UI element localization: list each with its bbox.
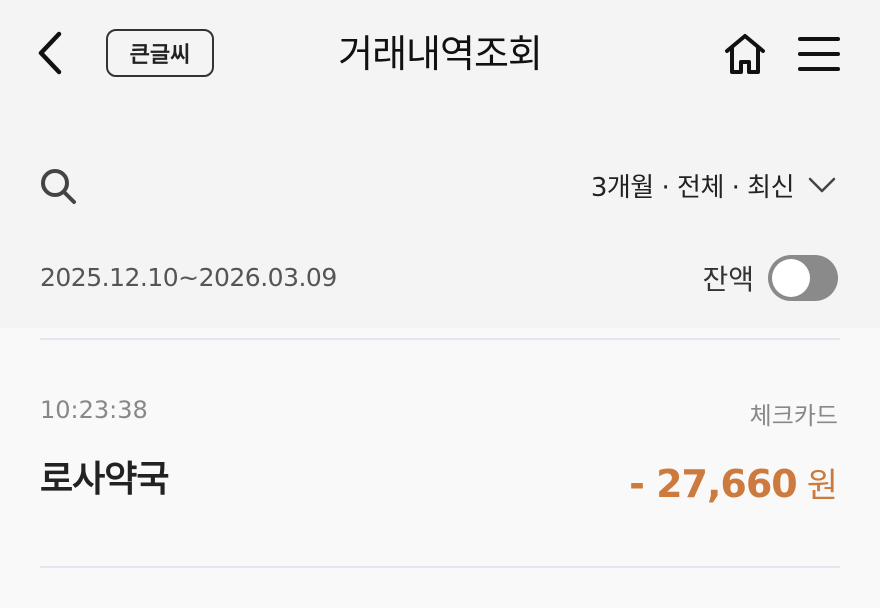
search-icon xyxy=(41,169,76,204)
search-button[interactable] xyxy=(34,162,82,210)
toggle-knob xyxy=(772,259,810,297)
menu-button[interactable] xyxy=(794,28,844,80)
chevron-down-icon xyxy=(808,177,836,193)
balance-label: 잔액 xyxy=(702,263,754,296)
home-button[interactable] xyxy=(718,28,772,80)
transaction-history-screen: 큰글씨 거래내역조회 3개월 · 전체 · 최신 2025.12.10~2026… xyxy=(0,0,880,608)
big-font-button[interactable]: 큰글씨 xyxy=(106,29,214,77)
balance-toggle-group: 잔액 xyxy=(702,250,838,306)
date-range: 2025.12.10~2026.03.09 xyxy=(40,263,337,292)
transaction-amount-unit: 원 xyxy=(806,466,838,506)
header-area: 큰글씨 거래내역조회 3개월 · 전체 · 최신 2025.12.10~2026… xyxy=(0,0,880,328)
home-icon xyxy=(725,34,765,74)
chevron-left-icon xyxy=(38,31,62,75)
big-font-label: 큰글씨 xyxy=(129,43,191,68)
hamburger-menu-icon xyxy=(798,37,840,71)
transaction-amount: - 27,660 원 xyxy=(629,458,838,507)
balance-toggle[interactable] xyxy=(768,255,838,301)
list-row-divider xyxy=(40,566,840,568)
filter-label: 3개월 · 전체 · 최신 xyxy=(590,172,795,203)
transaction-type: 체크카드 xyxy=(749,402,838,430)
transaction-time: 10:23:38 xyxy=(40,396,148,424)
back-button[interactable] xyxy=(30,28,70,78)
transaction-merchant: 로사약국 xyxy=(40,459,169,500)
transaction-amount-value: - 27,660 xyxy=(629,462,798,506)
list-top-divider xyxy=(40,338,840,340)
page-title: 거래내역조회 xyxy=(338,32,543,76)
transaction-row[interactable]: 10:23:38 체크카드 로사약국 - 27,660 원 xyxy=(0,342,880,566)
filter-dropdown[interactable]: 3개월 · 전체 · 최신 xyxy=(591,160,836,210)
